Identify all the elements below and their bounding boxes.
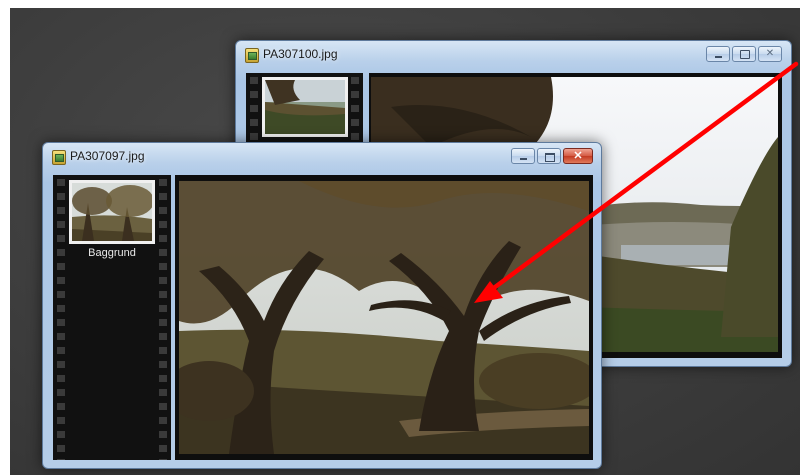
thumbnail-label: Baggrund [88, 247, 136, 259]
film-perforation [159, 175, 167, 460]
back-window-controls [706, 46, 782, 62]
back-thumbnail[interactable] [262, 77, 348, 137]
image-file-icon [245, 48, 259, 63]
back-window-title: PA307100.jpg [263, 47, 338, 61]
main-photo [179, 181, 589, 454]
restore-button[interactable] [732, 46, 756, 62]
front-window-titlebar[interactable]: PA307097.jpg [43, 143, 601, 171]
front-window[interactable]: PA307097.jpg Baggrund [42, 142, 602, 469]
film-perforation [57, 175, 65, 460]
maximize-button[interactable] [537, 148, 561, 164]
image-file-icon [52, 150, 66, 165]
back-window-titlebar[interactable]: PA307100.jpg [236, 41, 791, 69]
front-window-controls [511, 148, 593, 164]
image-viewer[interactable] [175, 175, 593, 460]
thumbnail-strip[interactable]: Baggrund [53, 175, 171, 460]
minimize-button[interactable] [706, 46, 730, 62]
close-button[interactable] [758, 46, 782, 62]
minimize-button[interactable] [511, 148, 535, 164]
close-button[interactable] [563, 148, 593, 164]
back-thumbnail-image [265, 80, 345, 134]
thumbnail-image [72, 183, 152, 241]
thumbnail-baggrund[interactable] [69, 180, 155, 244]
front-window-title: PA307097.jpg [70, 149, 145, 163]
